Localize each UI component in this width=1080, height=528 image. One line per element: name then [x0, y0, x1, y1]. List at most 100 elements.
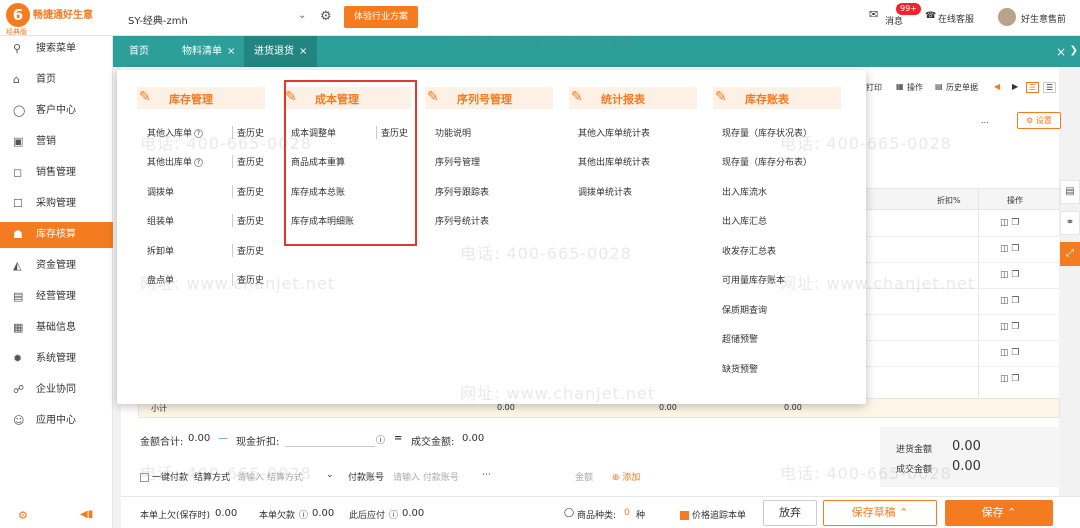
sidebar-item-basic-info[interactable]: ▦ 基础信息 [0, 315, 113, 341]
print-button[interactable]: 打印 [866, 82, 882, 93]
pay-account-input[interactable]: 请输入 付款账号 [393, 470, 459, 483]
history-link[interactable]: 查历史 [232, 244, 264, 257]
sidebar-item-business[interactable]: ▤ 经营管理 [0, 284, 113, 310]
tab-purchase-return[interactable]: 进货退货 × [244, 36, 318, 67]
help-icon[interactable]: ⓘ [299, 508, 308, 521]
history-link[interactable]: 查历史 [232, 155, 264, 168]
menu-item-stocktake[interactable]: 盘点单 [147, 273, 174, 286]
row-ops-icon[interactable]: ◫ ❐ [1000, 270, 1019, 280]
row-ops-icon[interactable]: ◫ ❐ [1000, 244, 1019, 254]
menu-item-shortage-alert[interactable]: 缺货预警 [722, 362, 758, 375]
menu-item-assembly[interactable]: 组装单 [147, 214, 174, 227]
cash-discount-input[interactable] [285, 446, 375, 447]
history-link[interactable]: 查历史 [232, 214, 264, 227]
more-accounts-icon[interactable]: ⋯ [482, 470, 491, 480]
history-link[interactable]: 查历史 [232, 273, 264, 286]
menu-item-inbound-stats[interactable]: 其他入库单统计表 [578, 126, 650, 139]
help-icon[interactable]: ⓘ [376, 433, 385, 446]
close-icon[interactable]: × [227, 46, 235, 57]
sidebar-item-inventory[interactable]: ☗ 库存核算 [0, 222, 113, 248]
row-ops-icon[interactable]: ◫ ❐ [1000, 296, 1019, 306]
sidebar-item-fund[interactable]: ◭ 资金管理 [0, 253, 113, 279]
price-track-checkbox[interactable]: 价格追踪本单 [680, 508, 746, 521]
help-icon[interactable]: ⓘ [389, 508, 398, 521]
history-link[interactable]: 查历史 [232, 126, 264, 139]
history-button[interactable]: 历史单据 [946, 82, 978, 93]
comment-tool-icon[interactable]: ▤ [1060, 180, 1080, 204]
sidebar-item-collab[interactable]: ☍ 企业协同 [0, 377, 113, 403]
menu-item-shelf-life[interactable]: 保质期查询 [722, 303, 767, 316]
menu-item-io-summary[interactable]: 出入库汇总 [722, 214, 767, 227]
inventory-ledger-icon: ✎ [715, 89, 727, 105]
row-ops-icon[interactable]: ◫ ❐ [1000, 374, 1019, 384]
link-tool-icon[interactable]: ⚭ [1060, 211, 1080, 235]
menu-item-receipt-summary[interactable]: 收发存汇总表 [722, 244, 776, 257]
account-selector[interactable]: SY-经典-zmh [128, 12, 188, 27]
menu-item-io-flow[interactable]: 出入库流水 [722, 185, 767, 198]
sidebar-item-app-center[interactable]: ☺ 应用中心 [0, 408, 113, 434]
menu-item-serial-stats[interactable]: 序列号统计表 [435, 214, 489, 227]
sidebar-item-search[interactable]: ⚲ 搜索菜单 [0, 36, 113, 62]
user-name[interactable]: 好生意售前 [1021, 12, 1066, 25]
menu-item-other-inbound[interactable]: 其他入库单? [147, 126, 204, 139]
trial-industry-button[interactable]: 体验行业方案 [344, 6, 418, 28]
history-icon[interactable]: ▤ [935, 82, 943, 91]
menu-item-transfer[interactable]: 调拨单 [147, 185, 174, 198]
tabs-more-icon[interactable]: ❯ [1070, 45, 1078, 56]
menu-item-overstock-alert[interactable]: 超储预警 [722, 332, 758, 345]
row-ops-icon[interactable]: ◫ ❐ [1000, 218, 1019, 228]
menu-item-outbound-stats[interactable]: 其他出库单统计表 [578, 155, 650, 168]
messages-link[interactable]: 消息 [885, 14, 903, 27]
chevron-down-icon[interactable]: ⌄ [298, 10, 306, 21]
menu-item-feature-guide[interactable]: 功能说明 [435, 126, 471, 139]
headset-icon[interactable]: ☎ [925, 11, 936, 21]
sidebar-item-system[interactable]: ✹ 系统管理 [0, 346, 113, 372]
menu-item-disassembly[interactable]: 拆卸单 [147, 244, 174, 257]
menu-item-available-ledger[interactable]: 可用量库存账本 [722, 273, 785, 286]
close-all-tabs-icon[interactable]: × [1056, 45, 1066, 59]
save-button[interactable]: 保存 ⌃ [945, 500, 1053, 526]
gear-icon[interactable]: ⚙ [320, 9, 332, 24]
online-service-link[interactable]: 在线客服 [938, 12, 974, 25]
next-doc-icon[interactable]: ▶ [1012, 82, 1018, 91]
owe-value: 0.00 [312, 508, 335, 519]
add-payment-button[interactable]: ⊕ 添加 [612, 470, 640, 483]
menu-item-serial-track[interactable]: 序列号跟踪表 [435, 185, 489, 198]
discard-button[interactable]: 放弃 [763, 500, 817, 526]
sidebar-item-customer[interactable]: ◯ 客户中心 [0, 98, 113, 124]
avatar[interactable] [998, 8, 1016, 26]
menu-item-stock-distribution[interactable]: 现存量（库存分布表） [722, 155, 812, 168]
list-view-icon[interactable]: ☰ [1026, 82, 1040, 93]
history-link[interactable]: 查历史 [232, 185, 264, 198]
message-icon[interactable]: ✉ [869, 8, 878, 21]
help-icon[interactable]: ? [194, 129, 204, 138]
settle-method-input[interactable]: 请输入 结算方式 [237, 470, 303, 483]
menu-item-stock-status[interactable]: 现存量（库存状况表） [722, 126, 812, 139]
menu-item-other-outbound[interactable]: 其他出库单? [147, 155, 204, 168]
sidebar-item-home[interactable]: ⌂ 首页 [0, 67, 113, 93]
chevron-down-icon[interactable]: ⌄ [326, 470, 334, 480]
operate-icon[interactable]: ▦ [896, 82, 904, 91]
sidebar-item-sales[interactable]: ◻ 销售管理 [0, 160, 113, 186]
sidebar-item-marketing[interactable]: ▣ 营销 [0, 129, 113, 155]
row-ops-icon[interactable]: ◫ ❐ [1000, 322, 1019, 332]
settings-icon[interactable]: ⚙ [18, 509, 28, 522]
tab-home[interactable]: 首页 [119, 36, 159, 67]
menu-item-transfer-stats[interactable]: 调拨单统计表 [578, 185, 632, 198]
row-ops-icon[interactable]: ◫ ❐ [1000, 348, 1019, 358]
more-options[interactable]: ... [981, 116, 989, 125]
save-draft-button[interactable]: 保存草稿 ⌃ [823, 500, 937, 526]
help-icon[interactable]: ? [194, 158, 204, 167]
operate-button[interactable]: 操作 [907, 82, 923, 93]
onekey-pay-checkbox[interactable]: 一键付款 [140, 470, 188, 483]
grid-view-icon[interactable]: ☰ [1043, 82, 1057, 93]
menu-item-serial-mgmt[interactable]: 序列号管理 [435, 155, 480, 168]
tab-bom[interactable]: 物料清单 × [172, 36, 245, 67]
expand-tool-icon[interactable]: ⤢ [1060, 242, 1080, 266]
sidebar-item-purchase[interactable]: ☐ 采购管理 [0, 191, 113, 217]
settings-button[interactable]: ⚙ 设置 [1017, 112, 1061, 129]
close-icon[interactable]: × [299, 46, 307, 57]
collapse-sidebar-icon[interactable]: ◀▮ [80, 509, 93, 520]
prev-doc-icon[interactable]: ◀ [994, 82, 1000, 91]
after-payable-label: 此后应付 [349, 511, 386, 521]
